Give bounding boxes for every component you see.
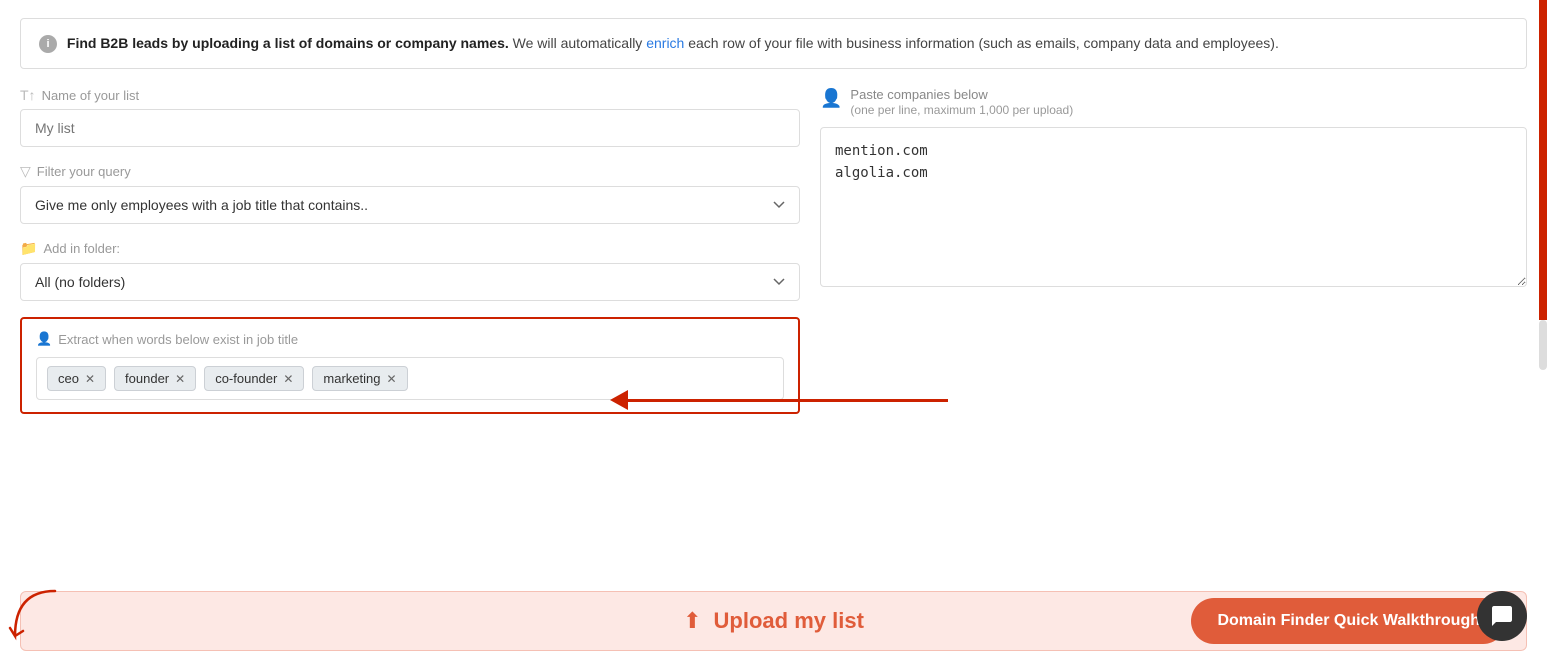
tag-ceo-remove[interactable]: ✕	[85, 372, 95, 386]
tag-cofounder-text: co-founder	[215, 371, 277, 386]
tag-marketing: marketing ✕	[312, 366, 407, 391]
filter-label-text: Filter your query	[37, 164, 131, 179]
arrow-head-left	[610, 390, 628, 410]
chat-bubble-button[interactable]	[1477, 591, 1527, 641]
upload-label-text: Upload my list	[714, 608, 864, 634]
info-bold-text: Find B2B leads by uploading a list of do…	[67, 35, 509, 51]
right-column: 👤 Paste companies below (one per line, m…	[820, 87, 1527, 414]
list-name-input[interactable]	[20, 109, 800, 147]
filter-field-label: ▽ Filter your query	[20, 163, 800, 180]
tag-marketing-text: marketing	[323, 371, 380, 386]
left-column: T↑ Name of your list ▽ Filter your query…	[20, 87, 800, 414]
info-banner: i Find B2B leads by uploading a list of …	[20, 18, 1527, 69]
tag-founder-remove[interactable]: ✕	[175, 372, 185, 386]
text-format-icon: T↑	[20, 87, 36, 103]
tag-founder-text: founder	[125, 371, 169, 386]
paste-sub-label: (one per line, maximum 1,000 per upload)	[850, 102, 1073, 119]
two-column-layout: T↑ Name of your list ▽ Filter your query…	[20, 87, 1527, 414]
paste-label-content: Paste companies below (one per line, max…	[850, 87, 1073, 119]
action-bar: ⬆ Upload my list Domain Finder Quick Wal…	[20, 591, 1527, 651]
tags-label: 👤 Extract when words below exist in job …	[36, 331, 784, 347]
folder-label-text: Add in folder:	[43, 241, 120, 256]
info-end-text: each row of your file with business info…	[688, 35, 1279, 51]
upload-button-area: ⬆ Upload my list	[683, 608, 864, 634]
tag-founder: founder ✕	[114, 366, 196, 391]
chat-icon	[1490, 604, 1514, 628]
scrollbar-indicator[interactable]	[1539, 320, 1547, 370]
tags-label-text: Extract when words below exist in job ti…	[58, 332, 298, 347]
main-content: i Find B2B leads by uploading a list of …	[0, 0, 1547, 575]
name-label-text: Name of your list	[42, 88, 140, 103]
filter-icon: ▽	[20, 163, 31, 180]
red-bar-decoration	[1539, 0, 1547, 320]
person-icon: 👤	[36, 331, 52, 347]
tag-ceo: ceo ✕	[47, 366, 106, 391]
enrich-link[interactable]: enrich	[646, 35, 684, 51]
bottom-arrow-decoration	[5, 586, 65, 651]
tag-cofounder: co-founder ✕	[204, 366, 304, 391]
tag-marketing-remove[interactable]: ✕	[386, 372, 396, 386]
arrow-wrapper	[610, 390, 948, 410]
paste-label: 👤 Paste companies below (one per line, m…	[820, 87, 1527, 119]
paste-icon: 👤	[820, 88, 842, 109]
folder-field-label: 📁 Add in folder:	[20, 240, 800, 257]
companies-textarea[interactable]: mention.com algolia.com	[820, 127, 1527, 287]
info-icon: i	[39, 35, 57, 53]
tag-cofounder-remove[interactable]: ✕	[283, 372, 293, 386]
bottom-arrow-svg	[5, 586, 65, 646]
folder-icon: 📁	[20, 240, 37, 257]
upload-icon: ⬆	[683, 608, 701, 634]
arrow-line	[628, 399, 948, 402]
folder-dropdown[interactable]: All (no folders)	[20, 263, 800, 301]
page-wrapper: i Find B2B leads by uploading a list of …	[0, 0, 1547, 661]
walkthrough-button[interactable]: Domain Finder Quick Walkthrough	[1191, 598, 1506, 644]
info-normal-text: We will automatically	[513, 35, 647, 51]
paste-main-label: Paste companies below	[850, 87, 1073, 102]
name-field-label: T↑ Name of your list	[20, 87, 800, 103]
tag-ceo-text: ceo	[58, 371, 79, 386]
filter-dropdown[interactable]: Give me only employees with a job title …	[20, 186, 800, 224]
